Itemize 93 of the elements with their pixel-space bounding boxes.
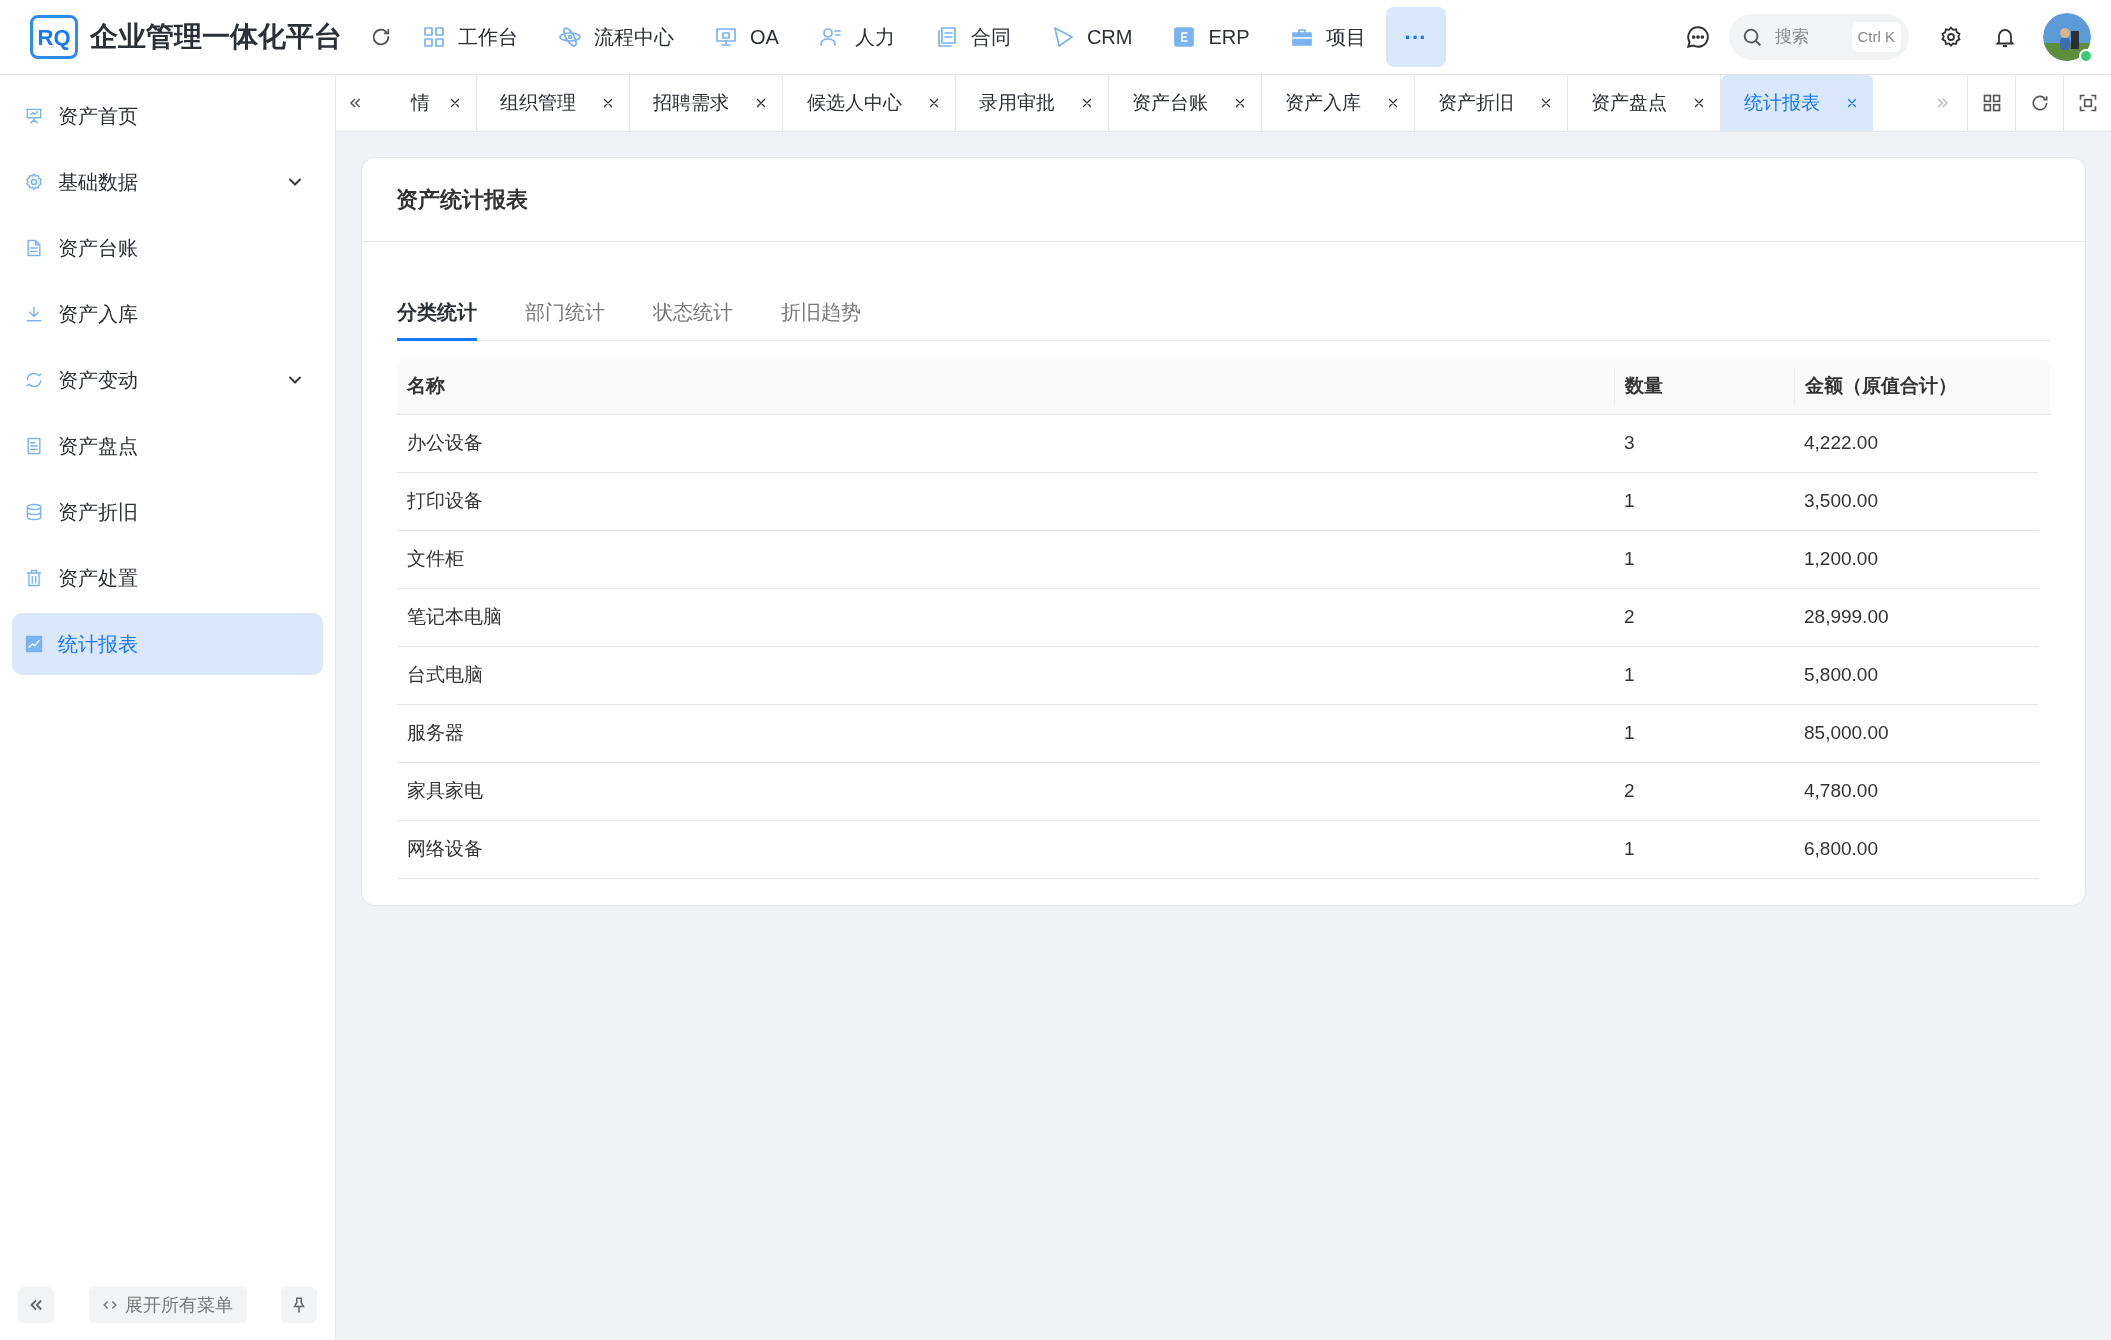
close-icon (1080, 96, 1094, 110)
chart-icon (24, 634, 44, 654)
sidebar-item[interactable]: 资产入库 (12, 283, 323, 345)
column-header: 名称 (406, 374, 446, 399)
settings-icon[interactable] (1939, 25, 1963, 49)
table-cell-text: 台式电脑 (406, 663, 484, 688)
page-tab[interactable]: 资产台账 (1109, 75, 1262, 131)
logo: RQ (30, 15, 78, 59)
table-cell-text: 28,999.00 (1803, 605, 1890, 630)
card-title: 资产统计报表 (396, 186, 528, 214)
table-cell-text: 网络设备 (406, 837, 484, 862)
table-cell-text: 5,800.00 (1803, 663, 1879, 688)
table-cell-text: 3 (1623, 431, 1636, 456)
pin-button[interactable] (281, 1287, 317, 1323)
sidebar-item[interactable]: 基础数据 (12, 151, 323, 213)
sidebar-item[interactable]: 资产折旧 (12, 481, 323, 543)
close-icon (1692, 96, 1706, 110)
trash-icon (24, 568, 44, 588)
report-tab[interactable]: 折旧趋势 (781, 286, 861, 341)
chat-icon[interactable] (1685, 24, 1711, 50)
close-icon (1845, 96, 1859, 110)
table-cell-text: 4,780.00 (1803, 779, 1879, 804)
page-tab[interactable]: 组织管理 (477, 75, 630, 131)
search-icon (1741, 26, 1763, 48)
close-icon (927, 96, 941, 110)
close-icon (1539, 96, 1553, 110)
table-cell-text: 1 (1623, 489, 1636, 514)
nav-link[interactable]: 工作台 (422, 22, 518, 52)
close-icon (448, 96, 462, 110)
report-tab[interactable]: 状态统计 (653, 286, 733, 341)
table-cell-text: 1 (1623, 837, 1636, 862)
table-cell-text: 办公设备 (406, 431, 484, 456)
column-header: 金额（原值合计） (1794, 367, 2050, 406)
sidebar-item[interactable]: 资产首页 (12, 85, 323, 147)
sidebar-item[interactable]: 资产处置 (12, 547, 323, 609)
nav-link[interactable]: CRM (1050, 22, 1133, 52)
letter-tile-icon (1172, 25, 1197, 49)
report-tab[interactable]: 部门统计 (525, 286, 605, 341)
page-tab[interactable]: 资产入库 (1262, 75, 1415, 131)
app-title: 企业管理一体化平台 (90, 20, 342, 54)
page-tab[interactable]: 资产折旧 (1415, 75, 1568, 131)
grid-icon (1981, 93, 2002, 113)
presentation-board-icon (24, 106, 44, 126)
table-cell-text: 1 (1623, 721, 1636, 746)
page-tab[interactable]: 情 (374, 75, 477, 131)
shortcut-key: Ctrl K (1851, 22, 1901, 52)
monitor-icon (714, 25, 738, 49)
gear-icon (24, 172, 44, 192)
list-document-icon (24, 436, 44, 456)
sidebar-item[interactable]: 资产台账 (12, 217, 323, 279)
table-cell-text: 6,800.00 (1803, 837, 1879, 862)
report-tab[interactable]: 分类统计 (397, 286, 477, 341)
page-tab[interactable]: 候选人中心 (783, 75, 956, 131)
table-cell-text: 1,200.00 (1803, 547, 1879, 572)
table-cell-text: 1 (1623, 547, 1636, 572)
table-cell-text: 4,222.00 (1803, 431, 1879, 456)
expand-all-button[interactable]: 展开所有菜单 (88, 1287, 247, 1323)
nav-link[interactable]: ERP (1172, 22, 1250, 52)
nav-link[interactable]: 项目 (1289, 22, 1366, 52)
document-icon (24, 238, 44, 258)
sidebar-item[interactable]: 资产盘点 (12, 415, 323, 477)
collapse-sidebar-button[interactable] (18, 1287, 54, 1323)
close-icon (601, 96, 615, 110)
close-icon (1233, 96, 1247, 110)
close-icon (1386, 96, 1400, 110)
fullscreen-icon (2077, 93, 2098, 113)
table-cell-text: 文件柜 (406, 547, 465, 572)
table-cell-text: 2 (1623, 779, 1636, 804)
table-cell-text: 家具家电 (406, 779, 484, 804)
user-icon (818, 25, 843, 49)
table-cell-text: 3,500.00 (1803, 489, 1879, 514)
nav-link[interactable]: 流程中心 (558, 22, 674, 52)
nav-link[interactable]: 人力 (818, 22, 895, 52)
atom-icon (558, 25, 582, 49)
refresh-icon[interactable] (370, 26, 392, 48)
nav-link[interactable]: OA (714, 22, 779, 52)
code-brackets-icon (102, 1298, 117, 1312)
sidebar-item[interactable]: 资产变动 (12, 349, 323, 411)
table-cell-text: 服务器 (406, 721, 465, 746)
page-tab[interactable]: 招聘需求 (630, 75, 783, 131)
page-tab[interactable]: 录用审批 (956, 75, 1109, 131)
coin-stack-icon (24, 502, 44, 522)
download-icon (24, 304, 44, 324)
sync-icon (24, 370, 44, 390)
nav-link[interactable]: 合同 (934, 22, 1011, 52)
table-cell-text: 打印设备 (406, 489, 484, 514)
column-header: 数量 (1614, 367, 1794, 406)
table-cell-text: 笔记本电脑 (406, 605, 503, 630)
table-cell-text: 2 (1623, 605, 1636, 630)
close-icon (754, 96, 768, 110)
table-cell-text: 85,000.00 (1803, 721, 1890, 746)
table-cell-text: 1 (1623, 663, 1636, 688)
grid-icon (422, 25, 446, 49)
